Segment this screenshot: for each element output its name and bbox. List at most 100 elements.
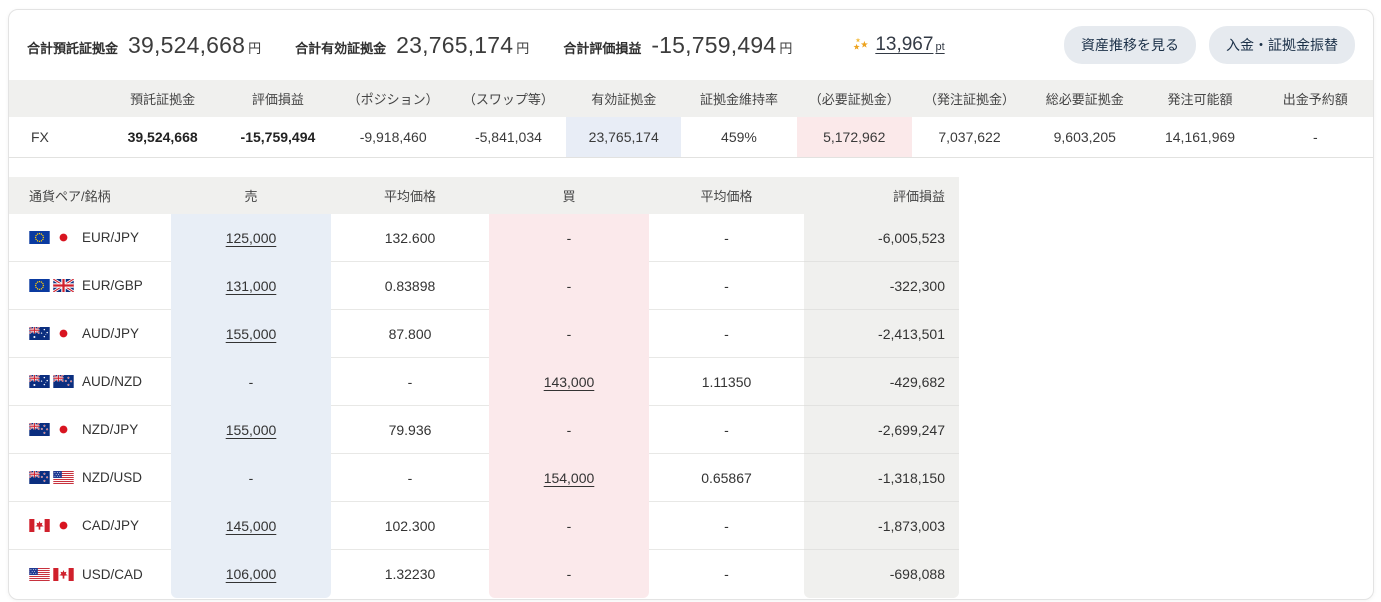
buy-qty-cell: - <box>489 406 649 454</box>
sell-qty-cell: 125,000 <box>171 214 331 262</box>
buy-avg-price: - <box>649 310 804 358</box>
summary-actions: 資産推移を見る 入金・証拠金振替 <box>1064 26 1355 64</box>
effective-margin-value: 23,765,174 <box>566 117 681 157</box>
total-deposit-margin-value: 39,524,668 <box>128 32 245 59</box>
sell-qty-link[interactable]: 106,000 <box>226 566 277 582</box>
total-unrealized-pl-label: 合計評価損益 <box>563 38 641 57</box>
buy-qty-cell: 143,000 <box>489 358 649 406</box>
sell-qty-cell: 145,000 <box>171 502 331 550</box>
buy-qty-link: - <box>567 326 572 342</box>
sell-qty-link: - <box>249 374 254 390</box>
sell-avg-price: 1.32230 <box>331 550 489 598</box>
gbp-flag-icon <box>53 279 74 292</box>
sell-qty-link: - <box>249 470 254 486</box>
col-currency-pair: 通貨ペア/銘柄 <box>9 177 171 214</box>
yen-unit: 円 <box>516 38 529 57</box>
yen-unit: 円 <box>779 38 792 57</box>
position-row-eurgbp: EUR/GBP 131,000 0.83898 - - -322,300 <box>9 262 959 310</box>
buy-avg-price: 0.65867 <box>649 454 804 502</box>
col-withdrawal-reserved: 出金予約額 <box>1258 80 1373 117</box>
sell-qty-link[interactable]: 131,000 <box>226 278 277 294</box>
stars-icon <box>852 36 870 54</box>
unrealized-pl: -698,088 <box>804 550 959 598</box>
sell-avg-price: 102.300 <box>331 502 489 550</box>
sell-qty-link[interactable]: 155,000 <box>226 326 277 342</box>
pair-name: AUD/JPY <box>82 326 139 341</box>
buy-qty-link[interactable]: 154,000 <box>544 470 595 486</box>
col-total-required-margin: 総必要証拠金 <box>1027 80 1142 117</box>
col-swap: （スワップ等） <box>451 80 566 117</box>
buy-avg-price: - <box>649 214 804 262</box>
buy-qty-cell: - <box>489 310 649 358</box>
pair-name: NZD/JPY <box>82 422 138 437</box>
jpy-flag-icon <box>53 327 74 340</box>
jpy-flag-icon <box>53 519 74 532</box>
pair-name: CAD/JPY <box>82 518 139 533</box>
asset-transition-button[interactable]: 資産推移を見る <box>1064 26 1196 64</box>
buy-qty-link: - <box>567 422 572 438</box>
swap-value: -5,841,034 <box>451 117 566 157</box>
pair-cell: USD/CAD <box>9 550 171 598</box>
unrealized-pl: -429,682 <box>804 358 959 406</box>
position-row-usdcad: USD/CAD 106,000 1.32230 - - -698,088 <box>9 550 959 598</box>
points-unit: pt <box>935 41 944 53</box>
unrealized-pl: -6,005,523 <box>804 214 959 262</box>
pair-name: AUD/NZD <box>82 374 142 389</box>
usd-flag-icon <box>53 471 74 484</box>
buy-avg-price: - <box>649 262 804 310</box>
total-deposit-margin-label: 合計預託証拠金 <box>27 38 118 57</box>
usd-flag-icon <box>29 568 50 581</box>
unrealized-pl: -1,873,003 <box>804 502 959 550</box>
nzd-flag-icon <box>29 471 50 484</box>
total-effective-margin: 合計有効証拠金 23,765,174 円 <box>295 32 529 59</box>
pair-cell: CAD/JPY <box>9 502 171 550</box>
col-sell-avg-price: 平均価格 <box>331 177 489 214</box>
position-value: -9,918,460 <box>336 117 451 157</box>
sell-avg-price: - <box>331 358 489 406</box>
eur-flag-icon <box>29 279 50 292</box>
buy-qty-link[interactable]: 143,000 <box>544 374 595 390</box>
position-row-nzdjpy: NZD/JPY 155,000 79.936 - - -2,699,247 <box>9 406 959 454</box>
sell-qty-link[interactable]: 145,000 <box>226 518 277 534</box>
positions-table: 通貨ペア/銘柄 売 平均価格 買 平均価格 評価損益 EUR/JPY 125,0… <box>9 177 959 598</box>
buy-qty-cell: - <box>489 262 649 310</box>
col-required-margin: （必要証拠金） <box>797 80 912 117</box>
pair-cell: NZD/JPY <box>9 406 171 454</box>
aud-flag-icon <box>29 375 50 388</box>
sell-qty-link[interactable]: 125,000 <box>226 230 277 246</box>
sell-qty-cell: 106,000 <box>171 550 331 598</box>
sell-avg-price: 87.800 <box>331 310 489 358</box>
sell-avg-price: 79.936 <box>331 406 489 454</box>
position-row-nzdusd: NZD/USD - - 154,000 0.65867 -1,318,150 <box>9 454 959 502</box>
sell-avg-price: 132.600 <box>331 214 489 262</box>
total-unrealized-pl-value: -15,759,494 <box>651 32 776 59</box>
buy-avg-price: - <box>649 502 804 550</box>
withdrawal-reserved-value: - <box>1258 117 1373 157</box>
orderable-amount-value: 14,161,969 <box>1142 117 1257 157</box>
total-unrealized-pl: 合計評価損益 -15,759,494 円 <box>563 32 792 59</box>
sell-qty-link[interactable]: 155,000 <box>226 422 277 438</box>
deposit-margin-value: 39,524,668 <box>105 117 220 157</box>
buy-avg-price: - <box>649 406 804 454</box>
total-effective-margin-label: 合計有効証拠金 <box>295 38 386 57</box>
points-value: 13,967 <box>875 34 933 56</box>
sell-qty-cell: - <box>171 358 331 406</box>
total-required-margin-value: 9,603,205 <box>1027 117 1142 157</box>
eur-flag-icon <box>29 231 50 244</box>
sell-qty-cell: 131,000 <box>171 262 331 310</box>
col-position: （ポジション） <box>336 80 451 117</box>
pair-name: NZD/USD <box>82 470 142 485</box>
sell-avg-price: 0.83898 <box>331 262 489 310</box>
fx-account-row: FX 39,524,668 -15,759,494 -9,918,460 -5,… <box>9 117 1373 158</box>
margin-ratio-value: 459% <box>681 117 796 157</box>
col-unrealized-pl: 評価損益 <box>220 80 335 117</box>
pair-name: EUR/GBP <box>82 278 143 293</box>
unrealized-pl: -322,300 <box>804 262 959 310</box>
points-link[interactable]: 13,967 pt <box>875 34 944 56</box>
sell-qty-cell: 155,000 <box>171 406 331 454</box>
deposit-margin-transfer-button[interactable]: 入金・証拠金振替 <box>1209 26 1355 64</box>
position-row-cadjpy: CAD/JPY 145,000 102.300 - - -1,873,003 <box>9 502 959 550</box>
buy-qty-cell: - <box>489 550 649 598</box>
summary-bar: 合計預託証拠金 39,524,668 円 合計有効証拠金 23,765,174 … <box>9 10 1373 80</box>
col-margin-ratio: 証拠金維持率 <box>681 80 796 117</box>
